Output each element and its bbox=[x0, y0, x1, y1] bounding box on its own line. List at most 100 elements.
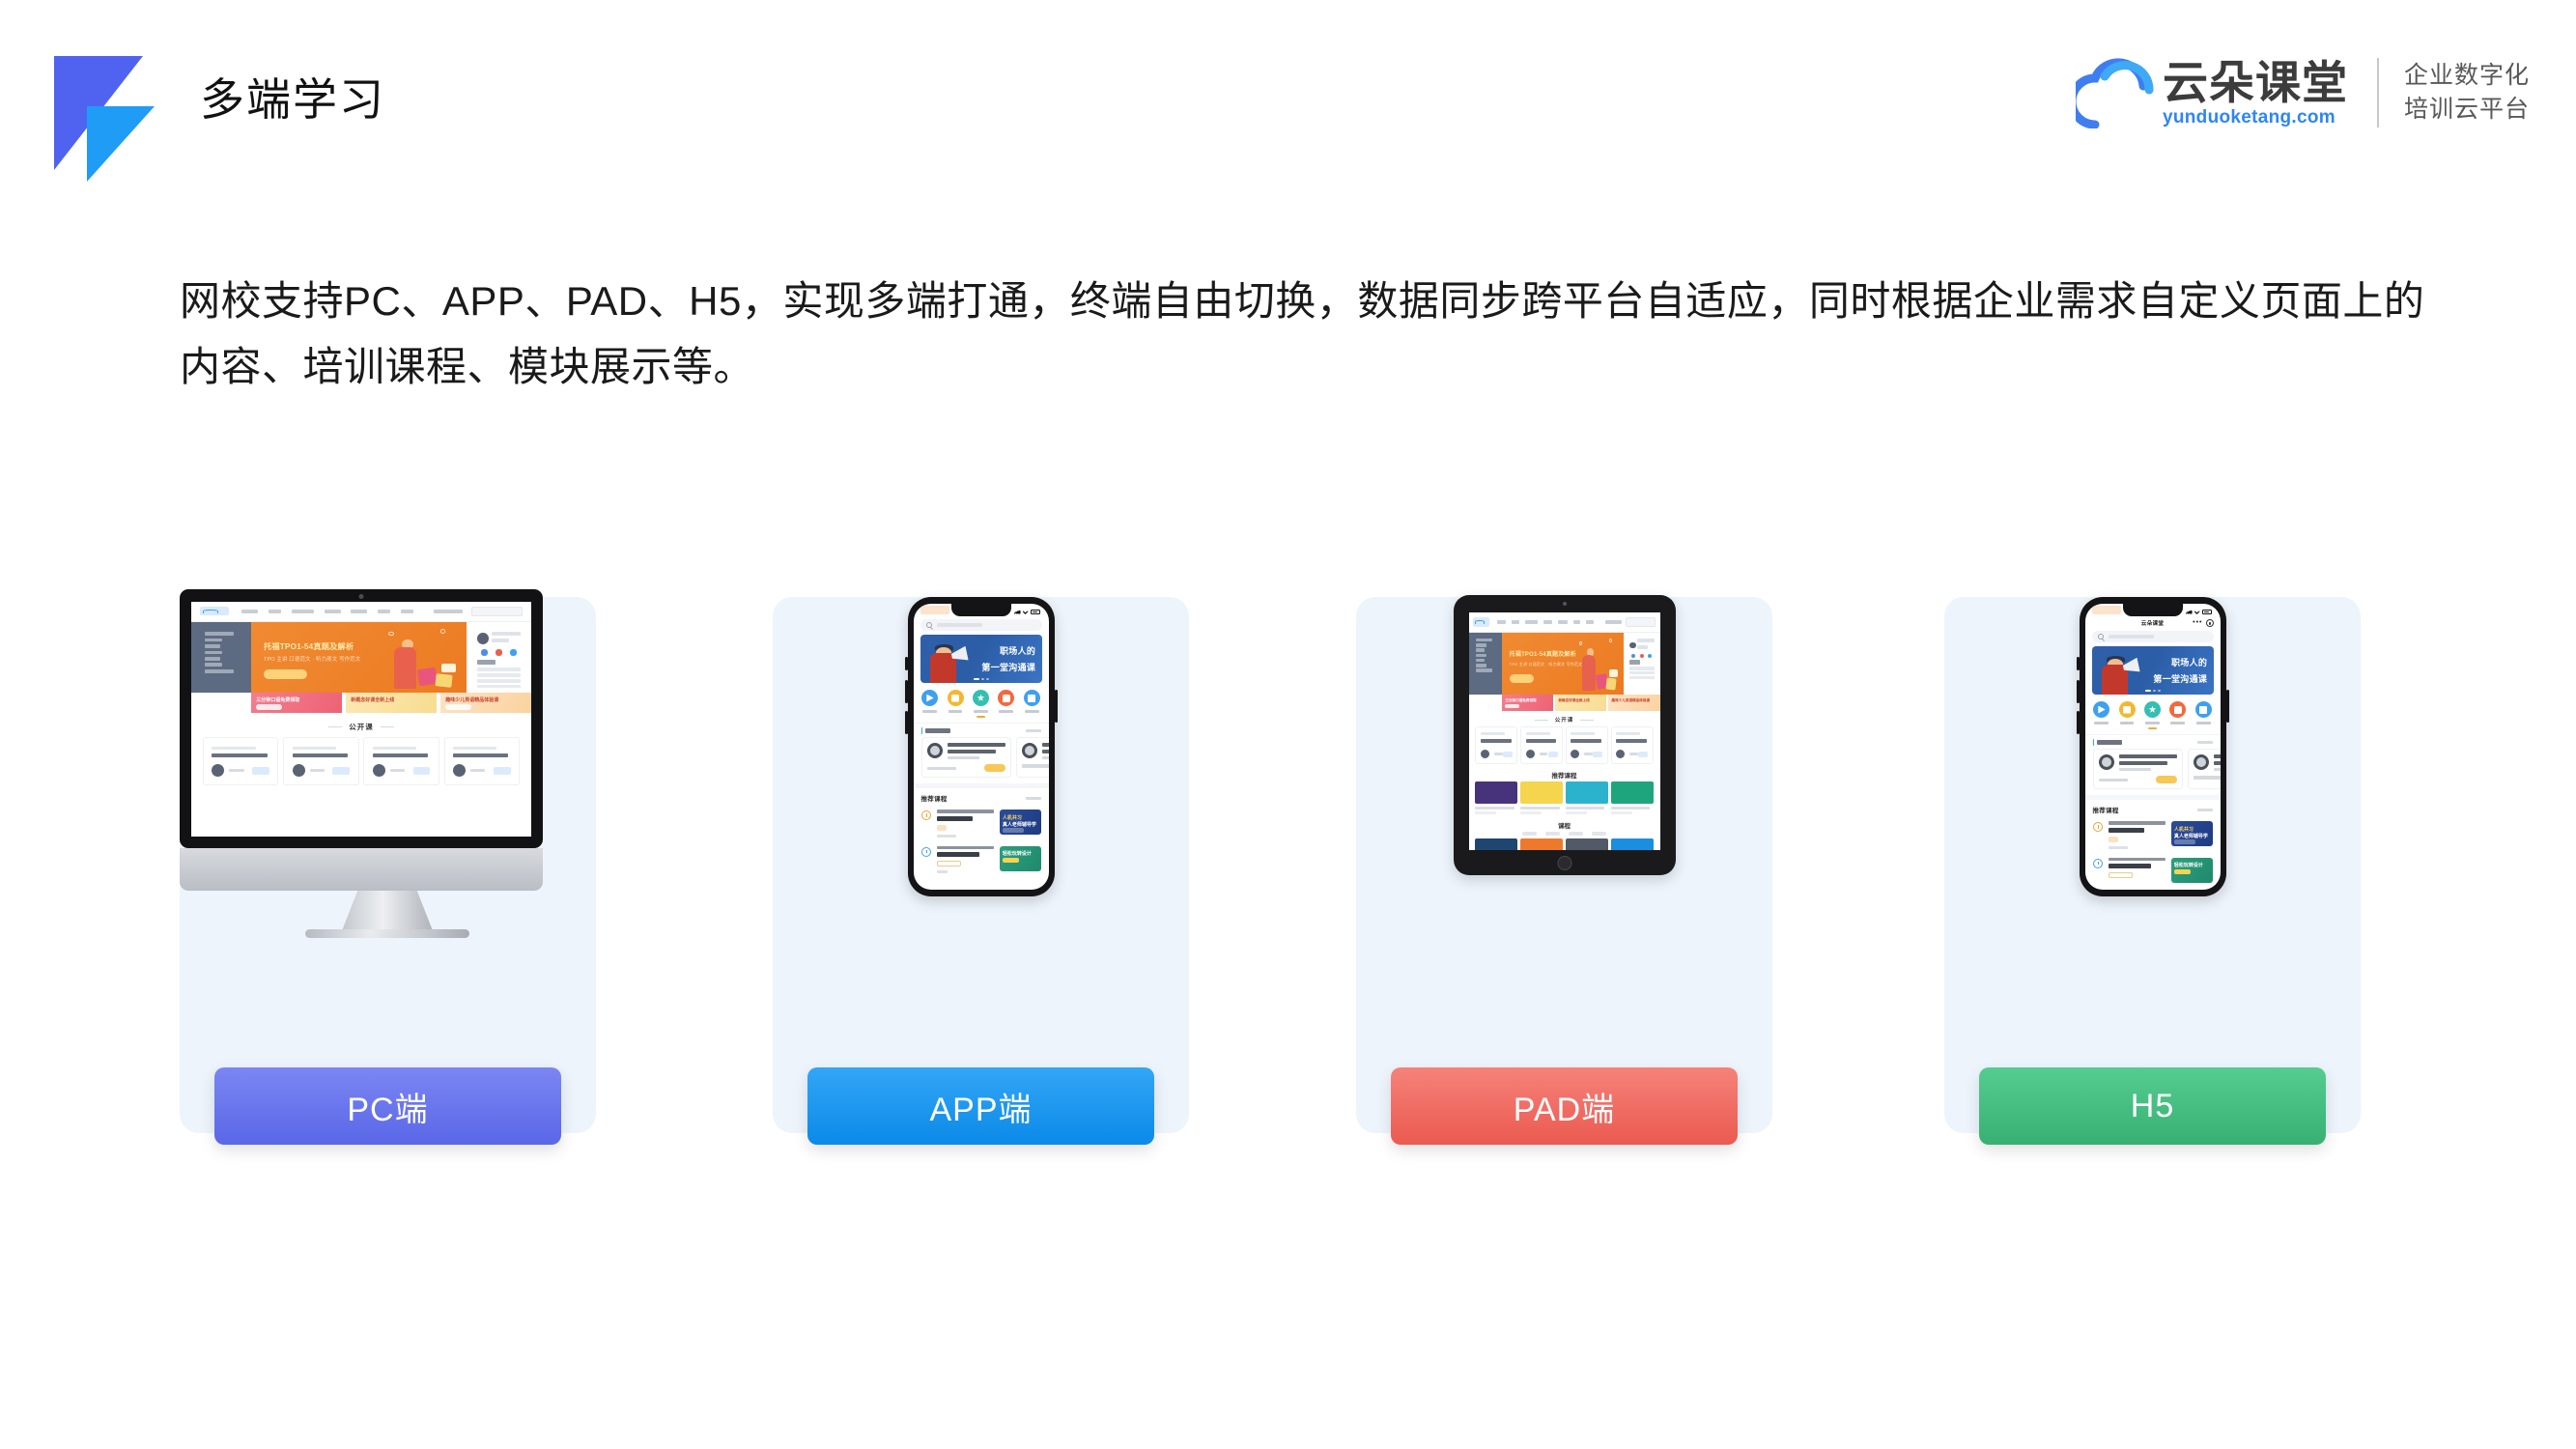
course-card[interactable] bbox=[1475, 725, 1518, 764]
course-tile[interactable] bbox=[1610, 838, 1654, 850]
device-card-app[interactable]: 9:41 bbox=[773, 597, 1189, 1145]
user-info[interactable] bbox=[476, 632, 522, 645]
quick-action-icons[interactable] bbox=[477, 649, 522, 657]
category-item-chat[interactable] bbox=[996, 690, 1017, 718]
card-label-app[interactable]: APP端 bbox=[807, 1067, 1154, 1145]
promo-banner[interactable]: 三分钟口语免费领取 bbox=[1502, 694, 1554, 712]
course-tile[interactable] bbox=[1610, 781, 1654, 815]
hero-banner[interactable]: 托福TPO1-54真题及解析 TPO 主讲 口语范文 · 听力原文 写作范文 bbox=[1502, 632, 1624, 695]
category-item-package[interactable] bbox=[2116, 701, 2137, 729]
course-tile[interactable] bbox=[1520, 838, 1564, 850]
quick-action-icon[interactable] bbox=[510, 649, 518, 657]
nav-item[interactable] bbox=[291, 609, 315, 613]
device-card-pc[interactable]: 托福TPO1-54真题及解析 TPO 主讲 口语范文 · 听力原文 写作范文 三… bbox=[180, 589, 596, 1145]
sidebar-item[interactable] bbox=[1476, 638, 1493, 642]
nav-item[interactable] bbox=[351, 609, 367, 613]
banner-pagination[interactable] bbox=[973, 678, 989, 680]
sidebar-item[interactable] bbox=[205, 650, 223, 655]
sidebar-item[interactable] bbox=[205, 644, 221, 648]
category-item-course[interactable] bbox=[919, 690, 940, 718]
recommend-course-item[interactable]: 人机共习 真人老师辅导学 bbox=[2085, 817, 2221, 853]
more-link[interactable] bbox=[2196, 808, 2213, 812]
course-card[interactable] bbox=[1520, 725, 1564, 764]
recommend-course-item[interactable]: 人机共习 真人老师辅导学 bbox=[914, 806, 1049, 841]
category-item-favorite[interactable] bbox=[2141, 701, 2163, 729]
nav-item[interactable] bbox=[1496, 619, 1507, 625]
live-course-card[interactable] bbox=[2092, 748, 2183, 790]
sidebar-item[interactable] bbox=[205, 663, 223, 668]
site-search-input[interactable] bbox=[470, 607, 524, 616]
sidebar-item[interactable] bbox=[205, 668, 235, 673]
promo-banner[interactable]: 新概念好课全新上线 bbox=[1555, 694, 1607, 712]
course-card[interactable] bbox=[363, 737, 439, 786]
filter-tab[interactable] bbox=[1522, 832, 1537, 837]
course-card[interactable] bbox=[283, 737, 359, 786]
nav-item[interactable] bbox=[400, 609, 414, 613]
category-sidebar[interactable] bbox=[1468, 632, 1503, 695]
sidebar-item[interactable] bbox=[1476, 643, 1486, 647]
nav-item[interactable] bbox=[1558, 619, 1568, 625]
category-sidebar[interactable] bbox=[191, 621, 251, 693]
card-label-pad[interactable]: PAD端 bbox=[1391, 1067, 1738, 1145]
banner-pagination[interactable] bbox=[2144, 690, 2161, 692]
filter-tab[interactable] bbox=[1592, 832, 1606, 837]
card-label-pc[interactable]: PC端 bbox=[214, 1067, 561, 1145]
h5-search-input[interactable] bbox=[2091, 631, 2214, 642]
book-button[interactable] bbox=[2156, 776, 2177, 784]
course-tile[interactable] bbox=[1565, 838, 1608, 850]
nav-item[interactable] bbox=[1524, 619, 1538, 625]
more-link[interactable] bbox=[1025, 796, 1041, 801]
course-filter-tabs[interactable] bbox=[1469, 832, 1660, 838]
promo-banner-button[interactable] bbox=[256, 704, 282, 710]
course-tile[interactable] bbox=[1475, 838, 1518, 850]
sidebar-item[interactable] bbox=[205, 638, 223, 642]
recommend-course-item[interactable]: 轻松玩转设计 bbox=[914, 842, 1049, 878]
course-tile[interactable] bbox=[1565, 781, 1608, 815]
sidebar-item[interactable] bbox=[205, 632, 235, 636]
category-item-course[interactable] bbox=[2090, 701, 2111, 729]
more-link[interactable] bbox=[2196, 740, 2213, 745]
app-banner[interactable]: 职场人的 第一堂沟通课 bbox=[920, 635, 1042, 683]
nav-item[interactable] bbox=[1572, 619, 1581, 625]
site-search-input[interactable] bbox=[1626, 617, 1656, 627]
close-circle-icon[interactable] bbox=[2205, 619, 2214, 627]
nav-item[interactable] bbox=[377, 609, 391, 613]
nav-item[interactable] bbox=[268, 609, 282, 613]
live-course-card[interactable] bbox=[1015, 736, 1049, 779]
promo-banner[interactable]: 趣味少儿英语精品体验课 bbox=[1608, 694, 1660, 712]
live-course-card[interactable] bbox=[2187, 748, 2221, 790]
nav-item[interactable] bbox=[1586, 619, 1594, 625]
quick-action-icons[interactable] bbox=[1629, 654, 1655, 659]
course-tile[interactable] bbox=[1475, 781, 1518, 815]
course-tile[interactable] bbox=[1520, 781, 1564, 815]
app-search-input[interactable] bbox=[920, 619, 1042, 631]
category-item-favorite[interactable] bbox=[970, 690, 991, 718]
home-button[interactable] bbox=[1557, 856, 1571, 870]
nav-item[interactable] bbox=[1543, 619, 1553, 625]
course-card[interactable] bbox=[203, 737, 279, 786]
promo-banner[interactable]: 趣味少儿英语精品体验课 bbox=[439, 692, 532, 714]
device-card-pad[interactable]: 托福TPO1-54真题及解析 TPO 主讲 口语范文 · 听力原文 写作范文 三… bbox=[1356, 595, 1772, 1145]
course-card[interactable] bbox=[443, 737, 520, 786]
promo-banner-button[interactable] bbox=[1505, 703, 1520, 709]
category-item-material[interactable] bbox=[2193, 701, 2214, 729]
nav-item[interactable] bbox=[324, 609, 341, 613]
sidebar-item[interactable] bbox=[1476, 664, 1486, 668]
sidebar-item[interactable] bbox=[1476, 668, 1493, 672]
promo-banner-button[interactable] bbox=[445, 704, 471, 710]
category-item-package[interactable] bbox=[945, 690, 966, 718]
filter-tab[interactable] bbox=[1545, 832, 1560, 837]
filter-tab[interactable] bbox=[1569, 832, 1583, 837]
quick-action-icon[interactable] bbox=[495, 649, 502, 657]
course-card[interactable] bbox=[1565, 725, 1608, 764]
nav-item[interactable] bbox=[241, 609, 258, 613]
category-item-material[interactable] bbox=[1021, 690, 1042, 718]
h5-banner[interactable]: 职场人的 第一堂沟通课 bbox=[2091, 646, 2214, 695]
user-info[interactable] bbox=[1628, 638, 1655, 652]
sidebar-item[interactable] bbox=[1476, 653, 1486, 658]
card-label-h5[interactable]: H5 bbox=[1979, 1067, 2326, 1145]
sidebar-item[interactable] bbox=[1476, 658, 1486, 663]
hero-cta-button[interactable] bbox=[264, 669, 307, 679]
promo-banner[interactable]: 新概念好课全新上线 bbox=[345, 692, 438, 714]
quick-action-icon[interactable] bbox=[1648, 654, 1653, 659]
